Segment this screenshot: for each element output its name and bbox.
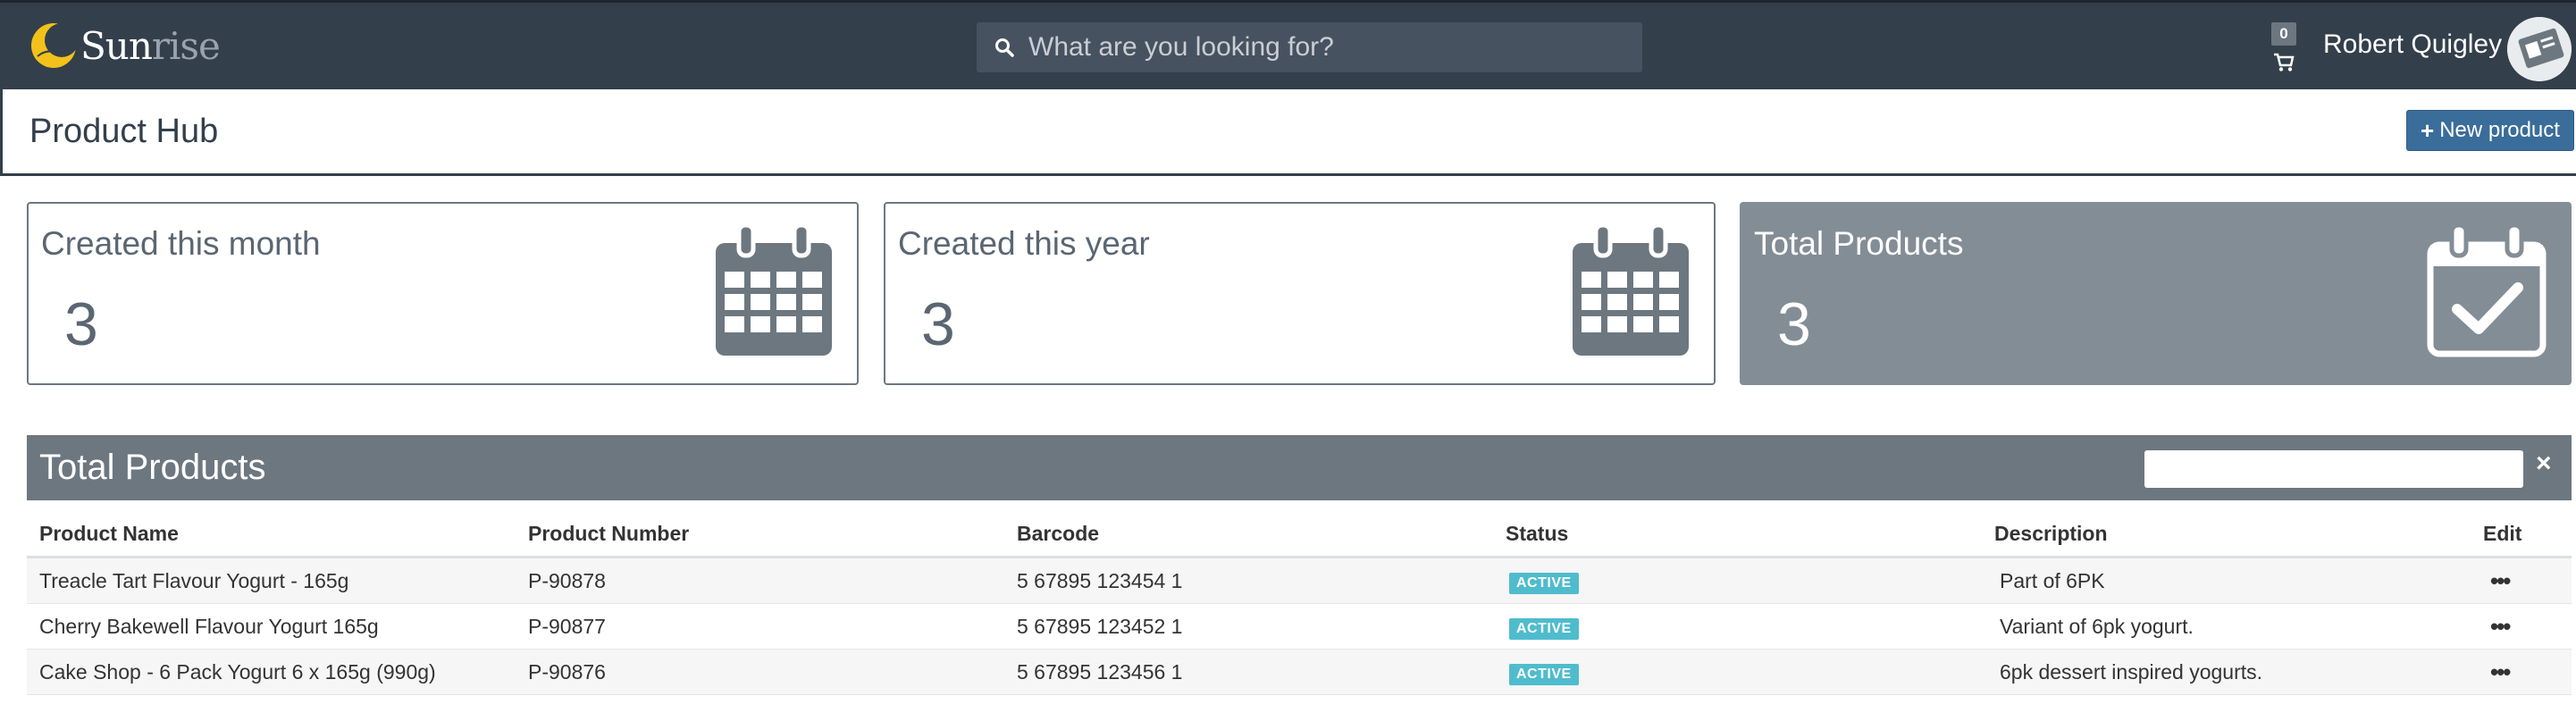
- edit-menu-icon[interactable]: •••: [2471, 557, 2572, 604]
- description-cell: 6pk dessert inspired yogurts.: [1982, 649, 2471, 695]
- product-number-cell: P-90878: [516, 557, 1004, 604]
- barcode-cell: 5 67895 123454 1: [1004, 557, 1493, 604]
- search-input[interactable]: [1027, 31, 1638, 63]
- calendar-icon: [1573, 223, 1689, 356]
- barcode-cell: 5 67895 123456 1: [1004, 649, 1493, 695]
- global-search[interactable]: [977, 22, 1642, 72]
- stat-card-value: 3: [1777, 290, 1811, 358]
- table-header-row: Product Name Product Number Barcode Stat…: [27, 511, 2572, 558]
- calendar-check-icon: [2427, 223, 2547, 357]
- panel-title: Total Products: [39, 448, 266, 487]
- user-name[interactable]: Robert Quigley: [2323, 29, 2502, 60]
- product-name-cell: Cherry Bakewell Flavour Yogurt 165g: [27, 603, 516, 650]
- new-product-button[interactable]: + New product: [2406, 110, 2574, 151]
- sun-logo-icon: [31, 23, 79, 68]
- products-table: Product Name Product Number Barcode Stat…: [27, 511, 2572, 695]
- column-header: Edit: [2471, 511, 2572, 558]
- stat-card-year: Created this year 3: [884, 202, 1716, 385]
- calendar-icon: [716, 223, 832, 356]
- edit-menu-icon[interactable]: •••: [2471, 603, 2572, 650]
- column-header[interactable]: Status: [1493, 511, 1982, 558]
- stat-card-value: 3: [921, 290, 955, 358]
- stat-card-total: Total Products 3: [1740, 202, 2572, 385]
- stat-card-title: Total Products: [1754, 225, 1964, 262]
- table-row[interactable]: Cherry Bakewell Flavour Yogurt 165g P-90…: [27, 603, 2572, 650]
- plus-icon: +: [2421, 116, 2435, 144]
- status-badge: ACTIVE: [1509, 617, 1579, 640]
- status-badge: ACTIVE: [1509, 663, 1579, 685]
- products-panel-header: Total Products ×: [27, 435, 2572, 500]
- column-header[interactable]: Product Name: [27, 511, 516, 558]
- shopping-cart-icon: [2274, 53, 2295, 71]
- description-cell: Variant of 6pk yogurt.: [1982, 603, 2471, 650]
- table-row[interactable]: Treacle Tart Flavour Yogurt - 165g P-908…: [27, 557, 2572, 604]
- id-card-icon: [2507, 17, 2572, 81]
- stat-card-month: Created this month 3: [27, 202, 859, 385]
- avatar[interactable]: [2507, 17, 2572, 81]
- product-name-cell: Cake Shop - 6 Pack Yogurt 6 x 165g (990g…: [27, 649, 516, 695]
- description-cell: Part of 6PK: [1982, 557, 2471, 604]
- stat-card-title: Created this month: [41, 225, 321, 262]
- product-name-cell: Treacle Tart Flavour Yogurt - 165g: [27, 557, 516, 604]
- logo[interactable]: Sunrise: [29, 21, 221, 71]
- product-number-cell: P-90876: [516, 649, 1004, 695]
- column-header[interactable]: Product Number: [516, 511, 1004, 558]
- edit-menu-icon[interactable]: •••: [2471, 649, 2572, 695]
- column-header[interactable]: Description: [1982, 511, 2471, 558]
- cart-count-badge: 0: [2271, 22, 2296, 46]
- cart-button[interactable]: 0: [2270, 22, 2298, 76]
- logo-text: Sunrise: [80, 23, 221, 68]
- status-badge: ACTIVE: [1509, 572, 1579, 594]
- stat-card-value: 3: [64, 290, 98, 358]
- barcode-cell: 5 67895 123452 1: [1004, 603, 1493, 650]
- status-cell: ACTIVE: [1493, 649, 1982, 695]
- status-cell: ACTIVE: [1493, 603, 1982, 650]
- page-header: Product Hub + New product: [0, 89, 2576, 176]
- table-row[interactable]: Cake Shop - 6 Pack Yogurt 6 x 165g (990g…: [27, 649, 2572, 695]
- new-product-label: New product: [2439, 118, 2560, 142]
- close-icon[interactable]: ×: [2536, 449, 2552, 479]
- status-cell: ACTIVE: [1493, 557, 1982, 604]
- product-number-cell: P-90877: [516, 603, 1004, 650]
- search-icon: [995, 38, 1014, 57]
- column-header[interactable]: Barcode: [1004, 511, 1493, 558]
- page-title: Product Hub: [29, 113, 219, 150]
- top-navbar: Sunrise 0 Robert Quigley: [0, 0, 2576, 89]
- stat-card-title: Created this year: [898, 225, 1150, 262]
- table-filter-input[interactable]: [2144, 450, 2523, 488]
